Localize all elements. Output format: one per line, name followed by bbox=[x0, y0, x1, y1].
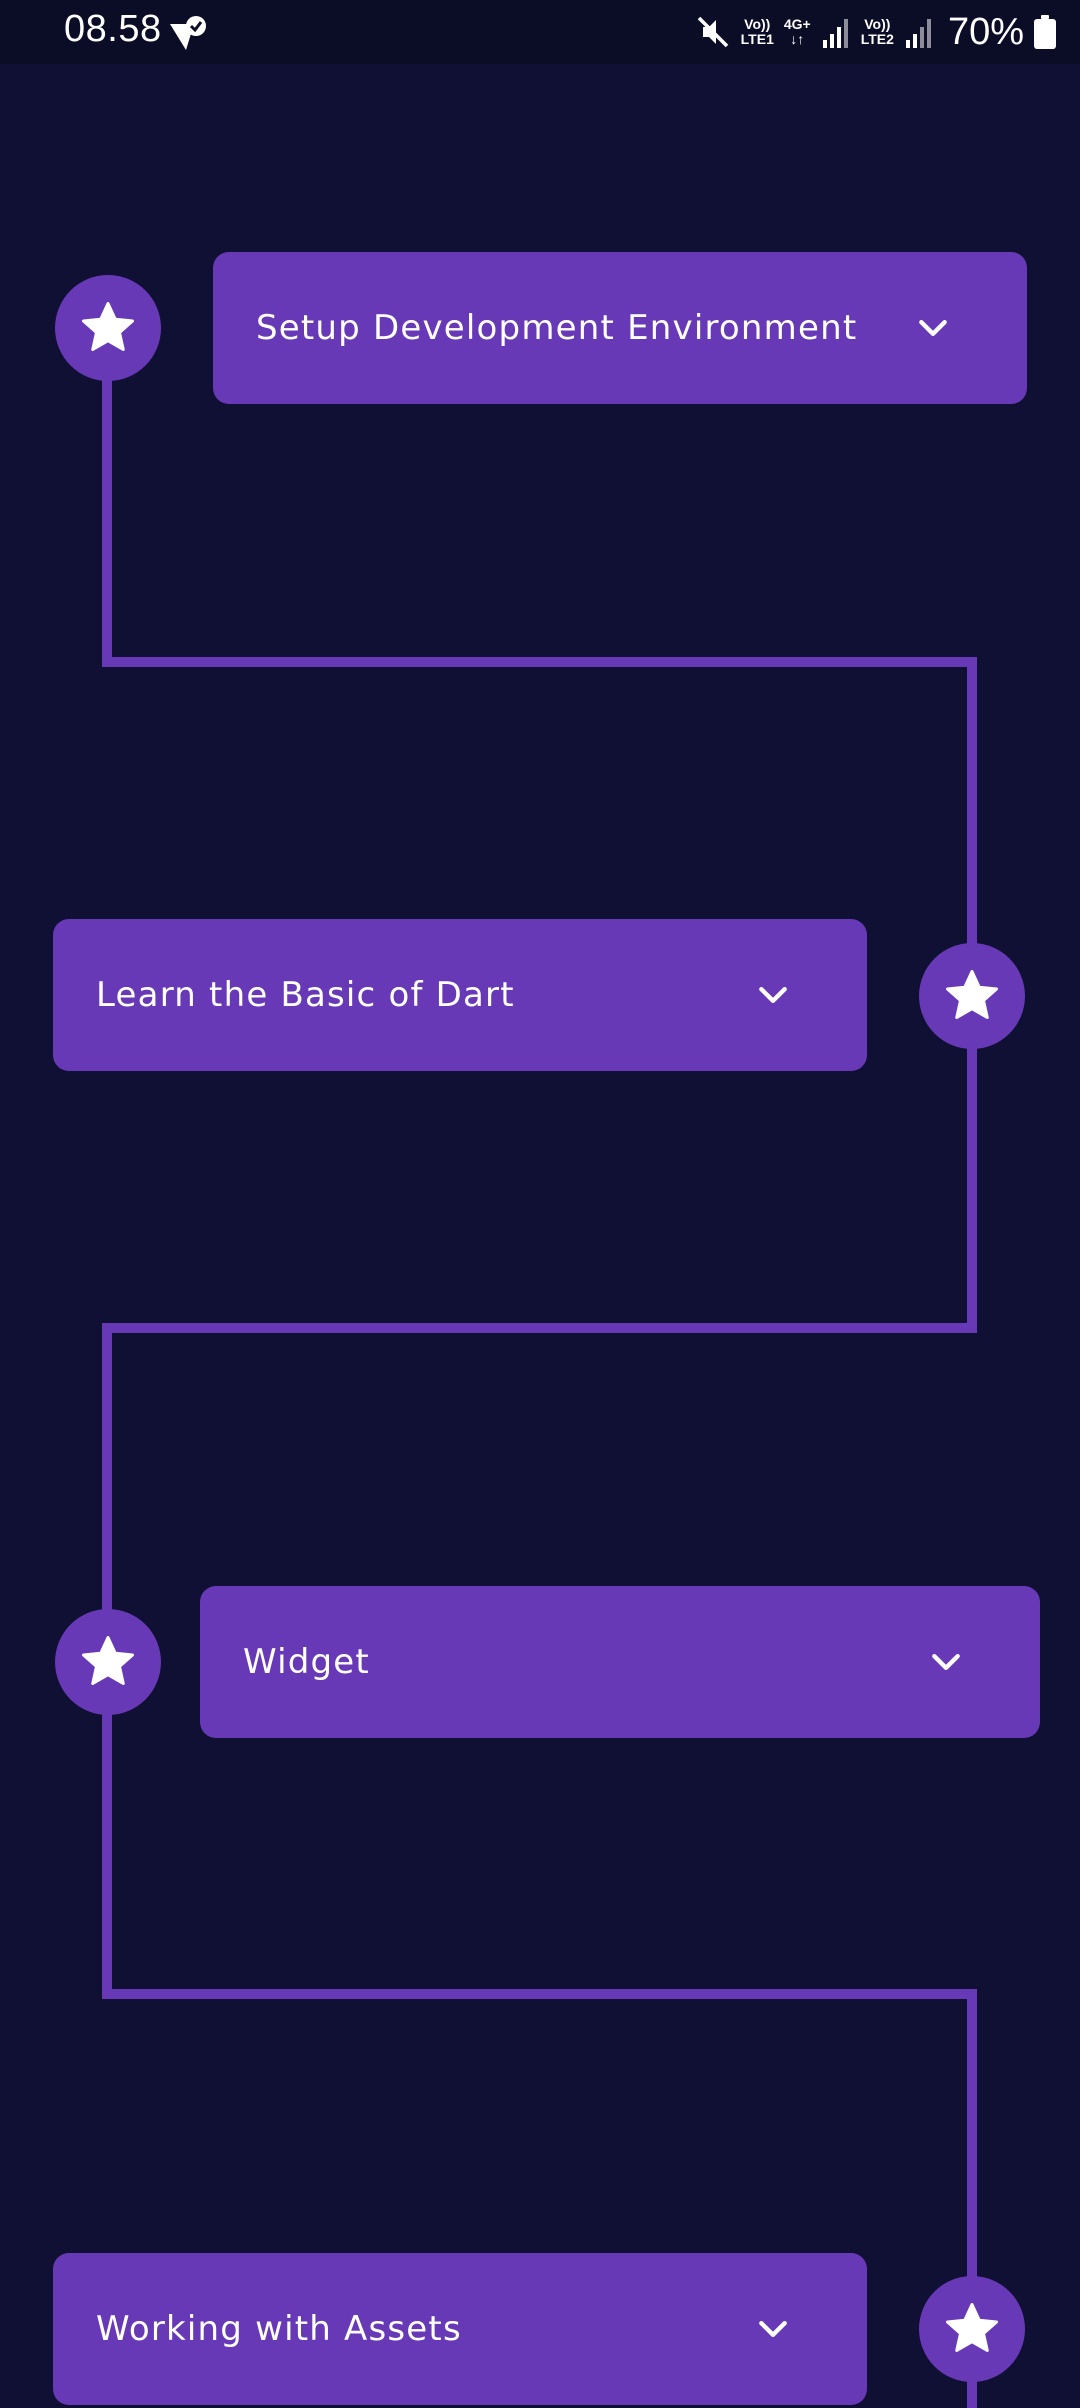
step-3-title: Widget bbox=[243, 1642, 370, 1682]
step-1-star-node[interactable] bbox=[55, 275, 161, 381]
step-4-card[interactable]: Working with Assets bbox=[53, 2253, 867, 2405]
star-icon bbox=[946, 970, 998, 1019]
step-4-title: Working with Assets bbox=[96, 2309, 462, 2349]
step-2-title: Learn the Basic of Dart bbox=[96, 975, 515, 1015]
star-icon bbox=[82, 302, 134, 351]
step-2-card[interactable]: Learn the Basic of Dart bbox=[53, 919, 867, 1071]
star-icon bbox=[946, 2303, 998, 2352]
step-4-star-node[interactable] bbox=[919, 2276, 1025, 2382]
chevron-down-icon[interactable] bbox=[753, 975, 793, 1015]
step-1-title: Setup Development Environment bbox=[256, 308, 858, 348]
star-icon bbox=[82, 1636, 134, 1685]
step-3-star-node[interactable] bbox=[55, 1609, 161, 1715]
chevron-down-icon[interactable] bbox=[913, 308, 953, 348]
step-3-card[interactable]: Widget bbox=[200, 1586, 1040, 1738]
chevron-down-icon[interactable] bbox=[753, 2309, 793, 2349]
step-2-star-node[interactable] bbox=[919, 943, 1025, 1049]
chevron-down-icon[interactable] bbox=[926, 1642, 966, 1682]
step-1-card[interactable]: Setup Development Environment bbox=[213, 252, 1027, 404]
